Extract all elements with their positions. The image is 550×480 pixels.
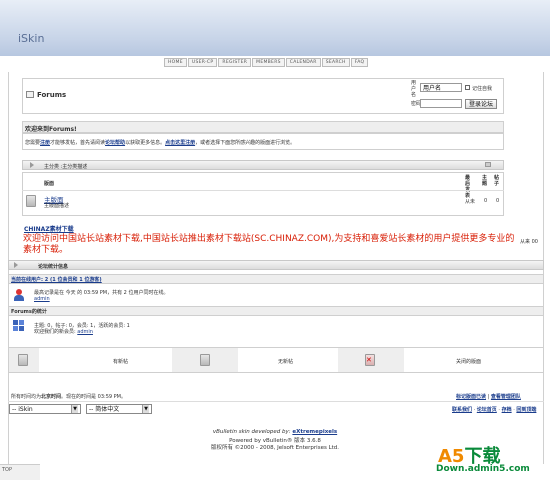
footer-line1: vBulletin skin developed by: eXtremepixe… [175, 429, 375, 435]
footer-line3: 版权所有 ©2000 - 2008, Jelsoft Enterprises L… [210, 445, 340, 451]
nav-item-members[interactable]: MEMBERS [252, 58, 285, 67]
forum-threads: 0 [484, 198, 488, 204]
view-leaders-link[interactable]: 查看管理团队 [491, 394, 521, 400]
language-select[interactable]: -- 简体中文 ▼ [86, 404, 152, 414]
legend-closed: 关闭的版面 [456, 359, 482, 365]
site-logo[interactable]: iSkin [18, 32, 44, 45]
legend-nonew: 无新帖 [278, 359, 294, 365]
bottom-links-2: 联系我们 · 论坛首页 · 存档 · 回到顶端 [452, 407, 537, 413]
stats-arrow-icon [14, 262, 18, 268]
col-last-post: 最后发表 [465, 175, 471, 199]
password-input[interactable] [420, 99, 462, 108]
online-users-icon [14, 289, 24, 301]
style-select[interactable]: -- iSkin ▼ [9, 404, 81, 414]
welcome-text: 您需要注册才能够发帖，首先请阅读论坛帮助以获取更多信息。点击这里注册，或者选择下… [25, 139, 295, 146]
forum-desc: 主版面描述 [44, 203, 70, 209]
forum-posts: 0 [496, 198, 500, 204]
stats-title: 论坛统计信息 [38, 264, 69, 270]
online-record: 最高记录是在 今天 的 03:59 PM，共有 2 位用户同时在线。 [34, 290, 169, 296]
time-end: 。 [120, 394, 126, 400]
chevron-down-icon: ▼ [71, 405, 78, 413]
username-label: 用户名 [411, 80, 417, 98]
header-banner [0, 0, 550, 56]
forum-title[interactable]: Forums [37, 91, 66, 99]
forum-table [22, 172, 504, 216]
forum-stats-icon [13, 320, 25, 331]
home-folder-icon [26, 91, 34, 98]
stats-bar[interactable] [8, 260, 544, 270]
legend-new: 有新帖 [113, 359, 129, 365]
nav-item-search[interactable]: SEARCH [321, 58, 350, 67]
top-tab[interactable]: TOP [0, 464, 40, 480]
main-nav: HOME USER-CP REGISTER MEMBERS CALENDAR SEARCH… [164, 58, 369, 67]
login-button[interactable]: 登录论坛 [465, 99, 498, 109]
style-select-value: -- iSkin [12, 405, 33, 413]
online-title[interactable]: 当前在线用户: 2 (1 位会员和 1 位游客) [11, 276, 102, 283]
welcome-text-c: 以获取更多信息。 [125, 140, 166, 146]
welcome-header [22, 121, 504, 133]
forum-stats-line2: 欢迎我们的新会员: admin [34, 328, 93, 335]
closed-x-icon: ✕ [366, 356, 372, 364]
divider [8, 401, 544, 402]
col-threads: 主题 [482, 175, 488, 187]
ad-right-text: 从来 00 [520, 239, 538, 245]
welcome-heading: 欢迎来到Forums! [25, 126, 77, 133]
watermark-domain: Down.admin5.com [436, 464, 530, 474]
time-zone: 北京时间 [41, 394, 62, 400]
col-forum: 版面 [44, 181, 55, 187]
welcome-text-a: 您需要 [25, 140, 41, 146]
nav-item-register[interactable]: REGISTER [218, 58, 252, 67]
nav-item-user-cp[interactable]: USER-CP [187, 58, 218, 67]
contact-link[interactable]: 联系我们 [452, 407, 472, 413]
new-member-link[interactable]: admin [77, 329, 93, 335]
time-suffix: 。现在的时间是 [61, 394, 97, 400]
ad-title[interactable]: CHINAZ素材下载 [24, 224, 74, 233]
nav-item-faq[interactable]: FAQ [350, 58, 369, 67]
time-value: 03:59 PM [97, 394, 121, 400]
username-input[interactable] [420, 83, 462, 92]
forum-stats-title: Forums的统计 [11, 309, 47, 315]
chevron-down-icon: ▼ [142, 405, 149, 413]
nav-item-home[interactable]: HOME [164, 58, 187, 67]
online-user-link[interactable]: admin [34, 296, 50, 302]
home-link[interactable]: 论坛首页 [477, 407, 497, 413]
category-arrow-icon [30, 162, 34, 168]
mark-read-link[interactable]: 标记版面已读 [456, 394, 486, 400]
time-info: 所有时间均为北京时间。现在的时间是 03:59 PM。 [11, 393, 126, 400]
archive-link[interactable]: 存档 [502, 407, 512, 413]
welcome-text-d: ，或者选择下面您所感兴趣的版面进行浏览。 [195, 140, 296, 146]
category-title[interactable]: 主分类 :主分类描述 [44, 163, 87, 170]
new-posts-icon [18, 354, 28, 366]
new-member-label: 欢迎我们的新会员: [34, 329, 76, 335]
footer-skin-by: vBulletin skin developed by: [212, 429, 291, 435]
footer-skin-link[interactable]: eXtremepixels [292, 429, 337, 435]
nav-item-calendar[interactable]: CALENDAR [285, 58, 321, 67]
top-link[interactable]: 回到顶端 [516, 407, 536, 413]
collapse-icon[interactable] [485, 162, 491, 167]
col-posts: 帖子 [494, 175, 500, 187]
forum-status-icon [26, 195, 36, 207]
faq-link[interactable]: 论坛帮助 [105, 140, 125, 146]
remember-checkbox[interactable] [465, 85, 470, 90]
forum-stats-header [8, 306, 544, 316]
remember-label: 记住自我 [472, 86, 493, 92]
register-here-link[interactable]: 点击这里注册 [165, 140, 195, 146]
bottom-links-1: 标记版面已读 | 查看管理团队 [456, 394, 521, 400]
welcome-text-b: 才能够发帖，首先请阅读 [50, 140, 106, 146]
ad-body[interactable]: 欢迎访问中国站长站素材下载,中国站长站推出素材下载站(SC.CHINAZ.COM… [23, 234, 517, 256]
language-select-value: -- 简体中文 [89, 405, 120, 413]
no-new-posts-icon [200, 354, 210, 366]
forum-last-post: 从未 [465, 199, 476, 205]
time-prefix: 所有时间均为 [11, 394, 42, 400]
register-link[interactable]: 注册 [40, 140, 50, 146]
category-bar[interactable] [22, 160, 504, 170]
table-divider [22, 190, 504, 191]
